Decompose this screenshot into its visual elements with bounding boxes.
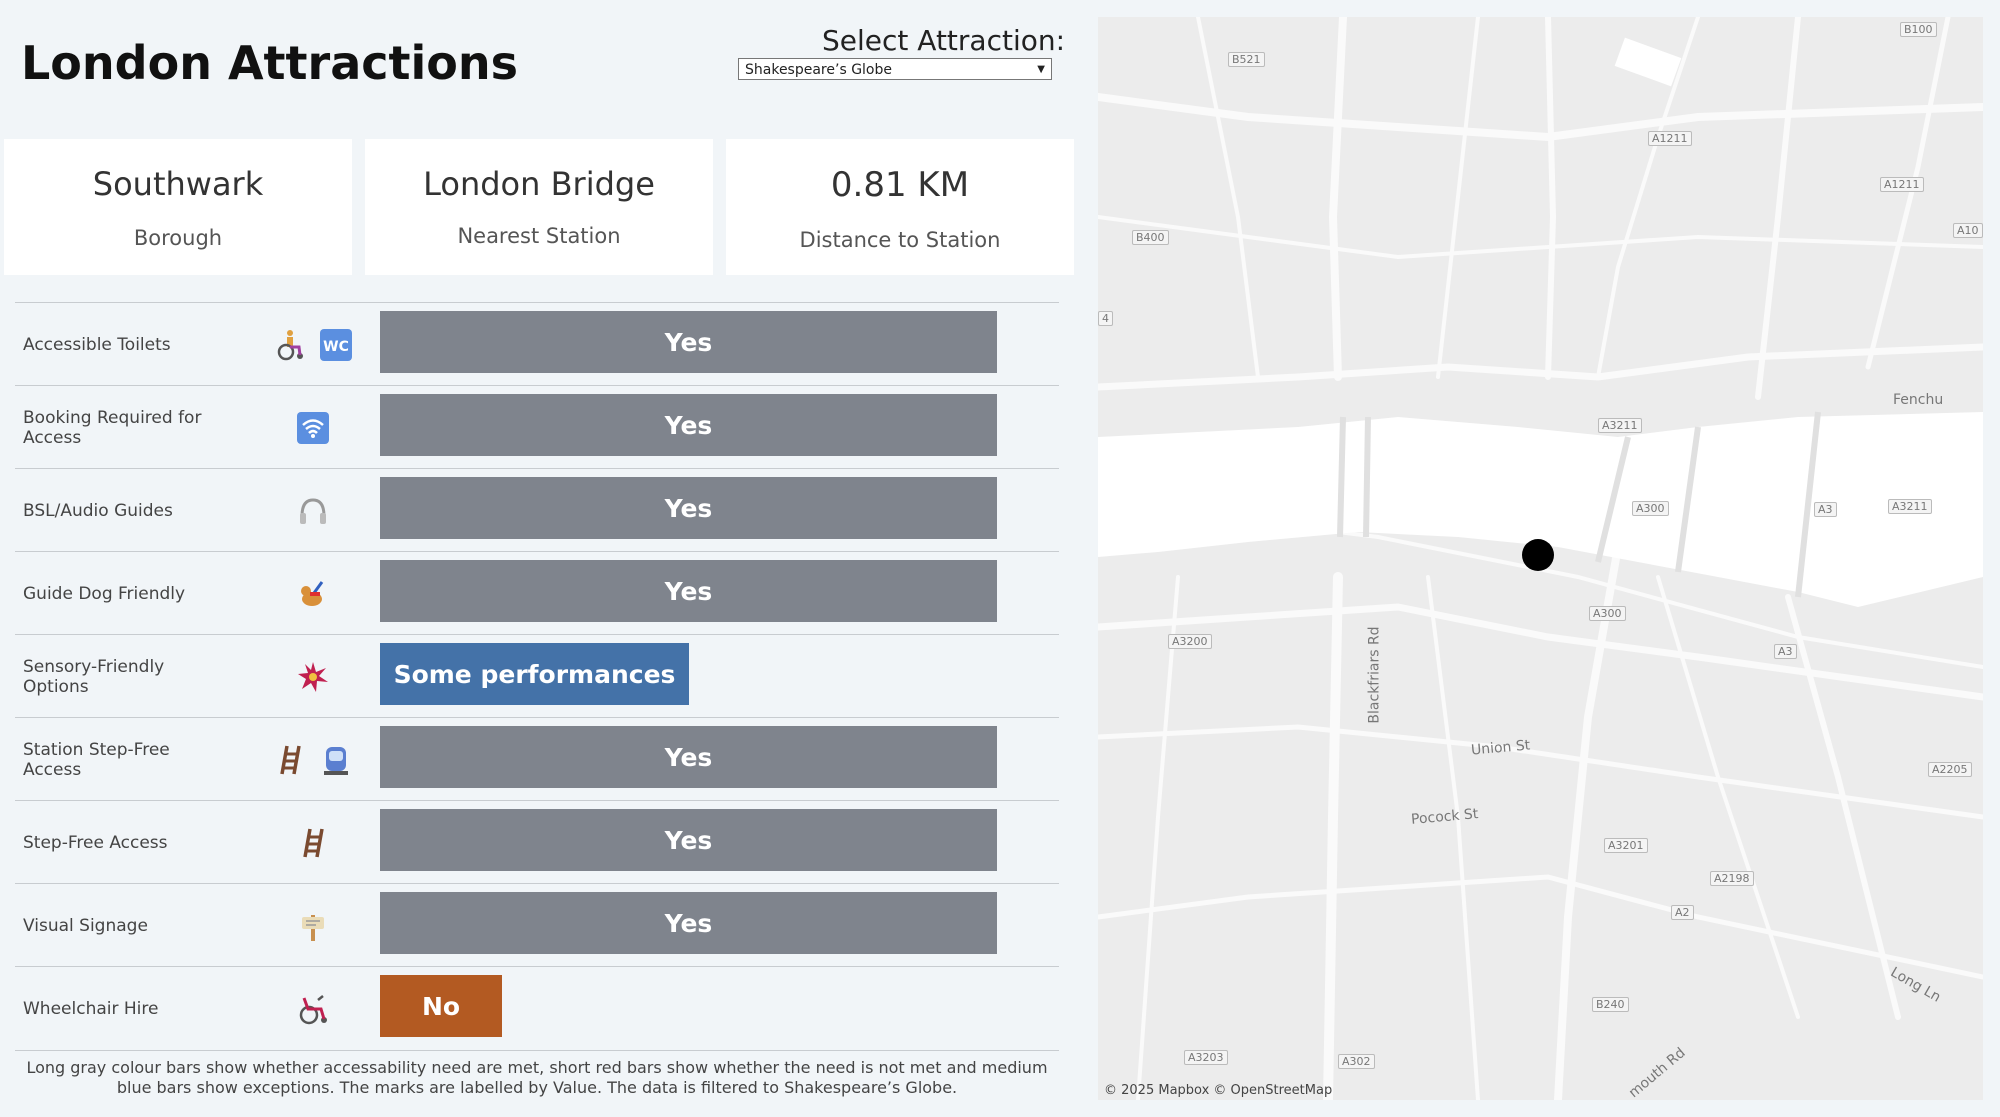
- attraction-select[interactable]: Shakespeare’s Globe ▼: [738, 58, 1052, 80]
- road-label: B400: [1132, 230, 1169, 245]
- table-row: BSL/Audio Guides Yes: [15, 468, 1059, 552]
- bar-label: Yes: [664, 493, 713, 523]
- bar-label: Yes: [664, 742, 713, 772]
- road-label: A3201: [1604, 838, 1648, 853]
- road-label: Blackfriars Rd: [1366, 626, 1383, 724]
- row-label: Station Step-Free Access: [23, 739, 170, 780]
- value-bar: Yes: [380, 311, 997, 373]
- page-title: London Attractions: [21, 36, 519, 90]
- road-label: B100: [1900, 22, 1937, 37]
- borough-card: Southwark Borough: [4, 139, 352, 275]
- station-label: Nearest Station: [457, 224, 621, 248]
- signpost-icon: [301, 914, 324, 941]
- distance-label: Distance to Station: [799, 228, 1001, 252]
- wc-icon: WC: [319, 328, 352, 361]
- map[interactable]: © 2025 Mapbox © OpenStreetMap B100 B521 A1…: [1098, 17, 1983, 1100]
- chevron-down-icon: ▼: [1037, 64, 1045, 75]
- road-label: A3211: [1888, 499, 1932, 514]
- map-canvas[interactable]: [1098, 17, 1983, 1100]
- bar-label: No: [421, 991, 461, 1021]
- guide-dog-icon: [300, 580, 323, 606]
- table-row: Accessible Toilets WC Yes: [15, 302, 1059, 386]
- road-label: A300: [1632, 501, 1669, 516]
- road-label: A3200: [1168, 634, 1212, 649]
- row-label: Visual Signage: [23, 915, 148, 936]
- wheelchair-icon: [277, 329, 303, 360]
- road-label: A10: [1953, 223, 1983, 238]
- table-row: Step-Free Access Yes: [15, 800, 1059, 884]
- select-label: Select Attraction:: [822, 24, 1066, 57]
- value-bar: No: [380, 975, 502, 1037]
- ladder-icon: [302, 828, 324, 857]
- road-label: Fenchu: [1893, 392, 1944, 408]
- road-label: A1211: [1648, 131, 1692, 146]
- value-bar: Some performances: [380, 643, 689, 705]
- bar-label: Yes: [664, 327, 713, 357]
- row-label: Step-Free Access: [23, 832, 168, 853]
- bar-label: Yes: [664, 825, 713, 855]
- bar-label: Some performances: [393, 659, 676, 689]
- table-row: Visual Signage Yes: [15, 883, 1059, 967]
- tram-icon: [323, 746, 348, 775]
- table-row: Booking Required for Access Yes: [15, 385, 1059, 469]
- road-label: A302: [1338, 1054, 1375, 1069]
- row-label: Wheelchair Hire: [23, 998, 159, 1019]
- value-bar: Yes: [380, 477, 997, 539]
- distance-value: 0.81 KM: [830, 165, 970, 205]
- attraction-marker[interactable]: [1522, 539, 1554, 571]
- table-row: Guide Dog Friendly Yes: [15, 551, 1059, 635]
- row-label: BSL/Audio Guides: [23, 500, 173, 521]
- value-bar: Yes: [380, 394, 997, 456]
- table-row: Sensory-Friendly Options Some performanc…: [15, 634, 1059, 718]
- row-label: Accessible Toilets: [23, 334, 171, 355]
- wifi-icon: [296, 411, 329, 444]
- borough-value: Southwark: [92, 165, 264, 203]
- bar-label: Yes: [664, 576, 713, 606]
- road-label: A300: [1589, 606, 1626, 621]
- value-bar: Yes: [380, 809, 997, 871]
- distance-card: 0.81 KM Distance to Station: [726, 139, 1074, 275]
- bar-label: Yes: [664, 908, 713, 938]
- road-label: A3203: [1184, 1050, 1228, 1065]
- road-label: 4: [1098, 311, 1113, 326]
- road-label: A2205: [1928, 762, 1972, 777]
- road-label: A2: [1671, 905, 1694, 920]
- manual-wheelchair-icon: [299, 994, 327, 1024]
- road-label: B240: [1592, 997, 1629, 1012]
- road-label: A3211: [1598, 418, 1642, 433]
- road-label: B521: [1228, 52, 1265, 67]
- table-row: Wheelchair Hire No: [15, 966, 1059, 1051]
- road-label: A1211: [1880, 177, 1924, 192]
- road-label: A3: [1814, 502, 1837, 517]
- borough-label: Borough: [133, 226, 223, 250]
- road-label: A3: [1774, 644, 1797, 659]
- row-label: Booking Required for Access: [23, 407, 202, 448]
- value-bar: Yes: [380, 892, 997, 954]
- map-attribution[interactable]: © 2025 Mapbox © OpenStreetMap: [1104, 1083, 1332, 1098]
- road-label: A2198: [1710, 871, 1754, 886]
- station-card: London Bridge Nearest Station: [365, 139, 713, 275]
- row-label: Sensory-Friendly Options: [23, 656, 165, 697]
- footnote: Long gray colour bars show whether acces…: [26, 1058, 1048, 1097]
- table-row: Station Step-Free Access Yes: [15, 717, 1059, 801]
- svg-text:WC: WC: [323, 339, 349, 355]
- station-value: London Bridge: [423, 165, 655, 203]
- headphones-icon: [299, 497, 326, 524]
- bar-label: Yes: [664, 410, 713, 440]
- value-bar: Yes: [380, 560, 997, 622]
- ladder-icon: [279, 745, 301, 774]
- value-bar: Yes: [380, 726, 997, 788]
- row-label: Guide Dog Friendly: [23, 583, 186, 604]
- attraction-select-value: Shakespeare’s Globe: [745, 62, 892, 78]
- sparkle-icon: [297, 661, 328, 692]
